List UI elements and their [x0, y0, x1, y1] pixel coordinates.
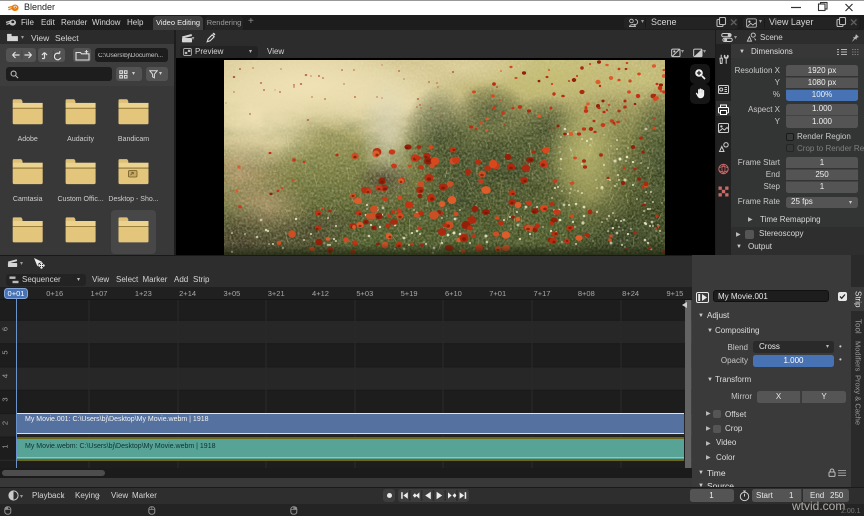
svg-text:2: 2 — [1, 421, 10, 425]
svg-text:1: 1 — [1, 444, 10, 448]
svg-text:3: 3 — [1, 397, 10, 401]
svg-text:4: 4 — [1, 374, 10, 378]
svg-text:6: 6 — [1, 327, 10, 331]
svg-text:5: 5 — [1, 350, 10, 354]
